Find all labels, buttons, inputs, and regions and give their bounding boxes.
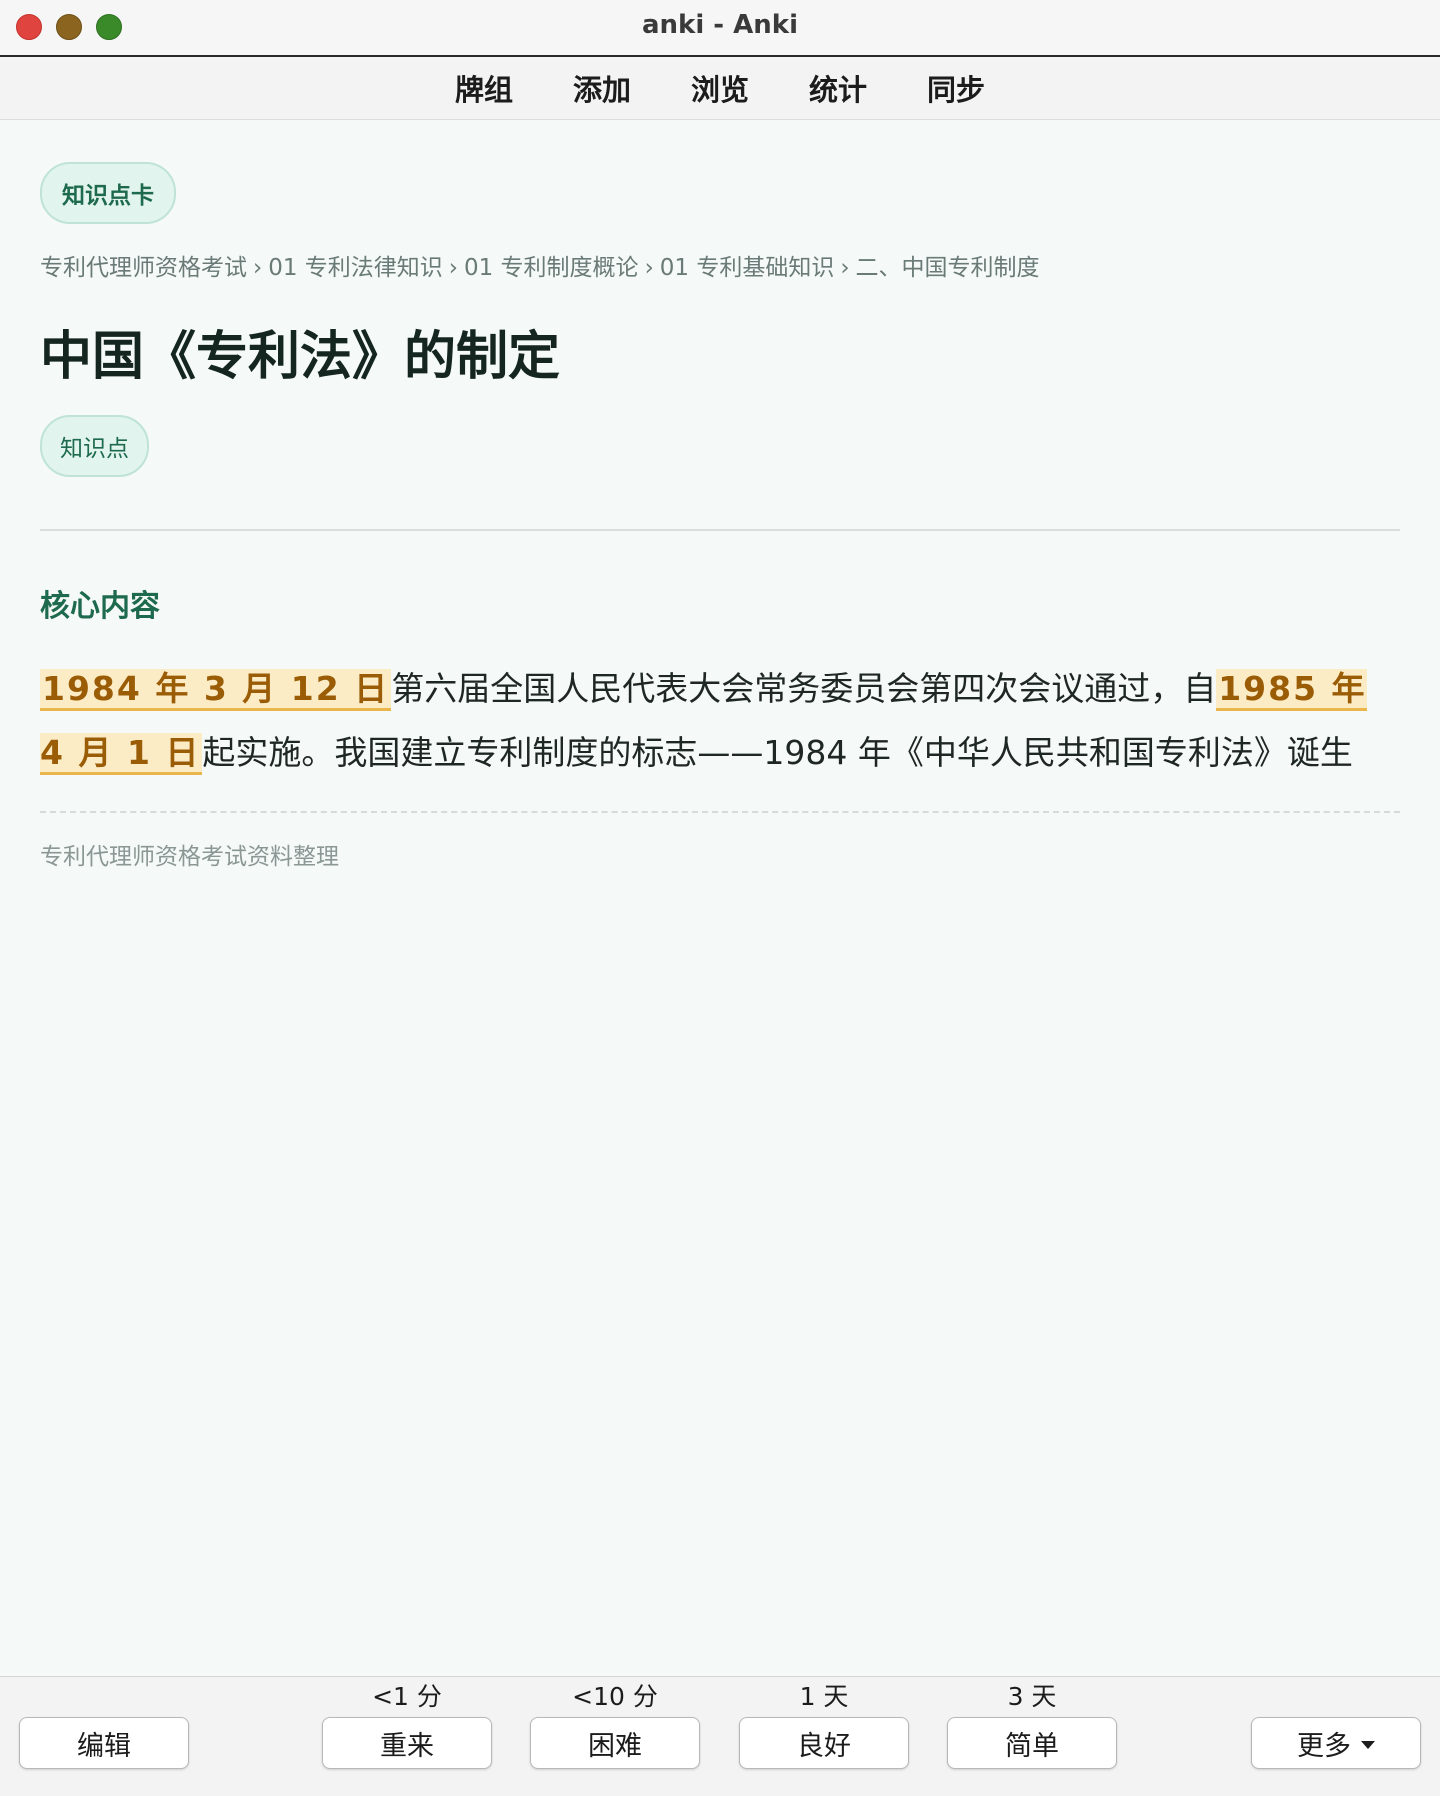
title-bar: anki - Anki <box>0 0 1440 57</box>
breadcrumb-item: 01 专利基础知识 <box>659 255 835 281</box>
window-title: anki - Anki <box>642 10 798 40</box>
toolbar-add[interactable]: 添加 <box>543 61 661 115</box>
easy-button[interactable]: 简单 <box>947 1717 1117 1769</box>
toolbar-decks[interactable]: 牌组 <box>425 61 543 115</box>
again-interval: <1 分 <box>372 1682 442 1711</box>
card-body: 1984 年 3 月 12 日第六届全国人民代表大会常务委员会第四次会议通过，自… <box>40 657 1400 785</box>
card-content: 知识点卡 专利代理师资格考试 › 01 专利法律知识 › 01 专利制度概论 › 01 专利… <box>40 120 1400 871</box>
breadcrumb-separator: › <box>644 255 654 281</box>
good-interval: 1 天 <box>799 1682 849 1711</box>
section-heading: 核心内容 <box>40 589 160 624</box>
breadcrumb-item: 专利代理师资格考试 <box>40 255 247 281</box>
card-tag-chip: 知识点 <box>40 415 149 477</box>
good-button[interactable]: 良好 <box>739 1717 909 1769</box>
more-button-label: 更多 <box>1297 1730 1351 1762</box>
chevron-down-icon <box>1361 1741 1375 1749</box>
again-button[interactable]: 重来 <box>322 1717 492 1769</box>
body-text: 起实施。我国建立专利制度的标志——1984 年《中华人民共和国专利法》诞生 <box>202 733 1353 772</box>
easy-interval: 3 天 <box>1007 1682 1057 1711</box>
hard-interval: <10 分 <box>572 1682 658 1711</box>
breadcrumb-item: 二、中国专利制度 <box>855 255 1040 281</box>
highlight-date: 1984 年 3 月 12 日 <box>40 669 392 711</box>
breadcrumb: 专利代理师资格考试 › 01 专利法律知识 › 01 专利制度概论 › 01 专利基础知识 ›… <box>40 248 1400 282</box>
toolbar-sync[interactable]: 同步 <box>897 61 1015 115</box>
hard-button[interactable]: 困难 <box>530 1717 700 1769</box>
breadcrumb-item: 01 专利法律知识 <box>268 255 443 281</box>
dashed-divider <box>40 811 1400 813</box>
card-title: 中国《专利法》的制定 <box>40 327 561 387</box>
card-footer-note: 专利代理师资格考试资料整理 <box>40 844 339 870</box>
breadcrumb-separator: › <box>253 255 263 281</box>
more-button[interactable]: 更多 <box>1251 1717 1421 1769</box>
edit-button[interactable]: 编辑 <box>19 1717 189 1769</box>
card-type-chip: 知识点卡 <box>40 162 176 224</box>
breadcrumb-item: 01 专利制度概论 <box>463 255 639 281</box>
breadcrumb-separator: › <box>840 255 850 281</box>
review-bottom-bar: 编辑 <1 分 重来 <10 分 困难 1 天 良好 3 天 简单 更多 <box>0 1676 1440 1796</box>
section-divider <box>40 529 1400 531</box>
body-text: 第六届全国人民代表大会常务委员会第四次会议通过，自 <box>391 669 1217 708</box>
toolbar-stats[interactable]: 统计 <box>779 61 897 115</box>
anki-window: anki - Anki 牌组 添加 浏览 统计 同步 知识点卡 专利代理师资格考… <box>0 0 1440 1796</box>
toolbar-browse[interactable]: 浏览 <box>661 61 779 115</box>
main-toolbar: 牌组 添加 浏览 统计 同步 <box>0 57 1440 120</box>
breadcrumb-separator: › <box>448 255 458 281</box>
